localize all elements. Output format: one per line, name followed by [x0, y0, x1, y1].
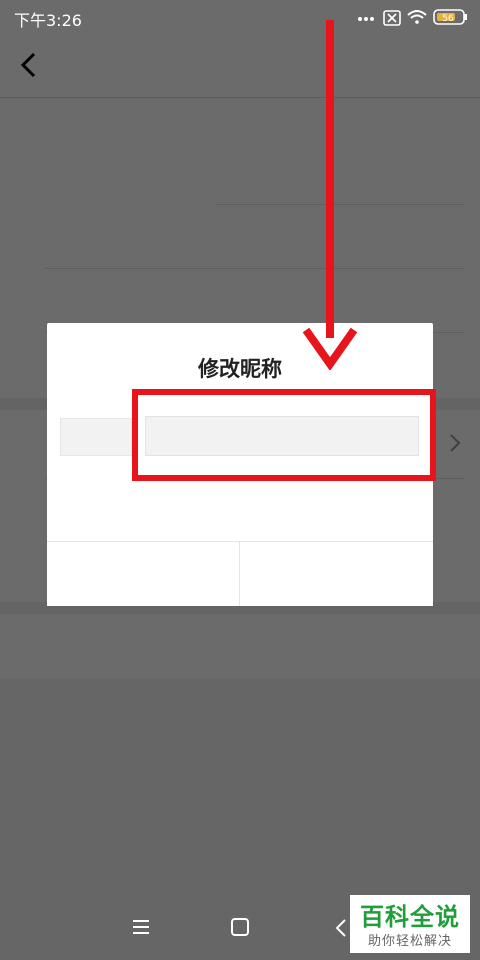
confirm-button[interactable]	[240, 542, 433, 606]
cancel-button[interactable]	[47, 542, 239, 606]
home-icon[interactable]	[230, 917, 250, 937]
battery-icon: 56	[433, 9, 467, 25]
watermark-title: 百科全说	[360, 903, 460, 931]
wifi-icon	[407, 10, 427, 24]
battery-level: 56	[442, 14, 454, 24]
dialog-title: 修改昵称	[198, 357, 282, 381]
annotation-arrow-icon	[302, 20, 358, 370]
more-dots-icon	[358, 17, 374, 21]
status-time: 下午3:26	[14, 11, 82, 30]
status-icons: 56	[358, 9, 467, 26]
nav-back-icon[interactable]	[334, 917, 348, 939]
watermark-subtitle: 助你轻松解决	[367, 934, 452, 949]
sim-x-icon	[383, 10, 401, 26]
input-prefix-box	[60, 418, 132, 456]
watermark-logo: 百科全说 助你轻松解决	[350, 895, 470, 953]
menu-icon[interactable]	[130, 918, 152, 936]
annotation-highlight-box	[132, 389, 436, 481]
